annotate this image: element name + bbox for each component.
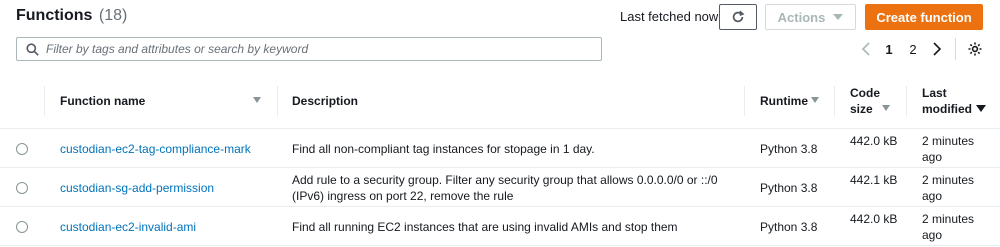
chevron-right-icon	[933, 42, 942, 56]
settings-gear-icon	[968, 42, 982, 56]
actions-dropdown-button[interactable]: Actions	[765, 4, 856, 30]
page-2-button[interactable]: 2	[905, 38, 921, 60]
column-label: Last modified	[922, 86, 972, 116]
function-count: (18)	[98, 7, 128, 24]
row-radio-button[interactable]	[16, 221, 28, 233]
title-text: Functions	[16, 7, 93, 24]
sort-caret-icon[interactable]	[811, 97, 819, 103]
next-page-button[interactable]	[927, 38, 947, 60]
table-row: custodian-ec2-invalid-ami Find all runni…	[0, 207, 1000, 246]
function-last-modified: 2 minutes ago	[922, 173, 975, 203]
column-header-function-name[interactable]: Function name	[60, 94, 145, 108]
column-header-description: Description	[292, 94, 358, 108]
function-code-size: 442.0 kB	[850, 212, 898, 226]
refresh-button[interactable]	[719, 4, 757, 30]
table-row: custodian-sg-add-permission Add rule to …	[0, 168, 1000, 207]
table-header: Function name Description Runtime Code s…	[0, 72, 1000, 129]
column-divider	[744, 86, 745, 116]
column-divider	[44, 86, 45, 116]
column-header-runtime[interactable]: Runtime	[760, 94, 808, 108]
caret-down-icon	[833, 14, 844, 20]
chevron-left-icon	[861, 42, 870, 56]
search-icon	[26, 42, 40, 56]
pager-divider	[955, 38, 956, 60]
sort-caret-icon[interactable]	[253, 97, 261, 103]
column-label: Function name	[60, 94, 146, 108]
sort-caret-icon[interactable]	[882, 105, 890, 111]
table-settings-button[interactable]	[965, 38, 985, 60]
search-field[interactable]	[16, 37, 602, 61]
function-last-modified: 2 minutes ago	[922, 134, 975, 164]
function-description: Find all non-compliant tag instances for…	[292, 142, 595, 156]
function-runtime: Python 3.8	[760, 181, 818, 195]
function-name-link[interactable]: custodian-ec2-invalid-ami	[60, 219, 196, 235]
function-description: Add rule to a security group. Filter any…	[292, 173, 718, 203]
column-header-last-modified[interactable]: Last modified	[922, 85, 988, 117]
previous-page-button[interactable]	[856, 38, 876, 60]
function-code-size: 442.1 kB	[850, 173, 898, 187]
actions-label: Actions	[777, 9, 826, 25]
function-runtime: Python 3.8	[760, 220, 818, 234]
function-name-link[interactable]: custodian-sg-add-permission	[60, 180, 214, 196]
search-input[interactable]	[46, 42, 586, 56]
create-function-button[interactable]: Create function	[865, 4, 983, 30]
row-radio-button[interactable]	[16, 143, 28, 155]
column-divider	[906, 86, 907, 116]
refresh-icon	[732, 10, 745, 23]
sort-descending-icon[interactable]	[976, 105, 986, 112]
column-divider	[277, 86, 278, 116]
column-header-code-size[interactable]: Code size	[850, 85, 890, 117]
function-runtime: Python 3.8	[760, 142, 818, 156]
page-title: Functions (18)	[16, 7, 127, 25]
row-radio-button[interactable]	[16, 182, 28, 194]
functions-header: Functions (18) Last fetched now Actions …	[0, 0, 1000, 34]
column-label: Description	[292, 94, 359, 108]
function-last-modified: 2 minutes ago	[922, 212, 975, 242]
function-code-size: 442.0 kB	[850, 134, 898, 148]
table-row: custodian-ec2-tag-compliance-mark Find a…	[0, 129, 1000, 168]
last-fetched-status: Last fetched now	[620, 9, 719, 24]
function-description: Find all running EC2 instances that are …	[292, 220, 678, 234]
page-1-button[interactable]: 1	[881, 38, 897, 60]
column-divider	[834, 86, 835, 116]
function-name-link[interactable]: custodian-ec2-tag-compliance-mark	[60, 141, 251, 157]
column-label: Code size	[850, 86, 880, 116]
column-label: Runtime	[760, 94, 808, 108]
